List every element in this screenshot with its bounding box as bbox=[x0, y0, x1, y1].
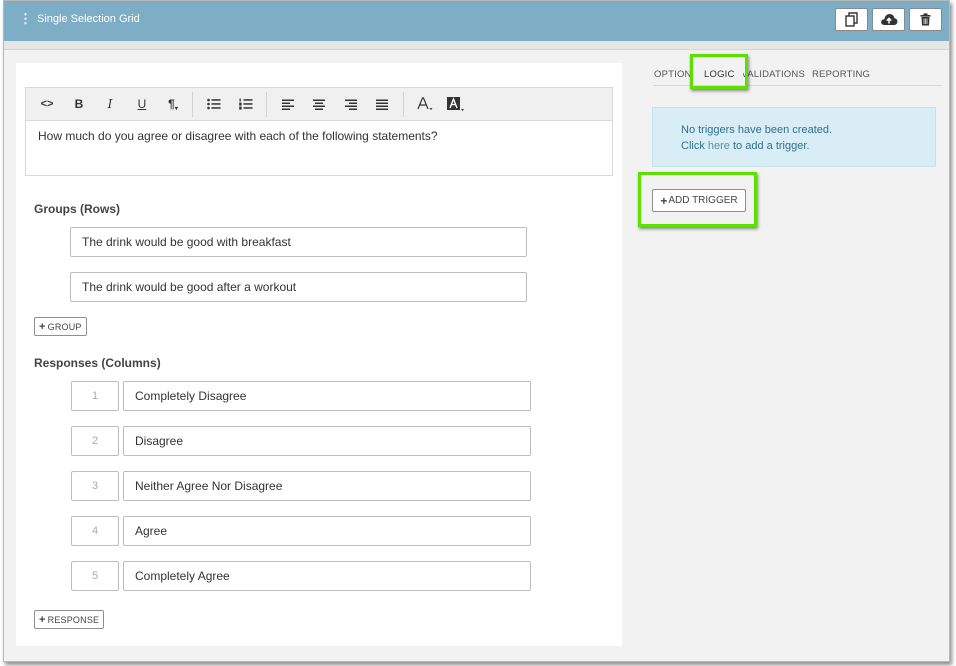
paragraph-format-button[interactable]: ¶ ▾ bbox=[162, 94, 184, 114]
underline-button[interactable]: U bbox=[131, 94, 153, 114]
response-label-input[interactable]: Completely Agree bbox=[123, 561, 531, 591]
no-triggers-alert: No triggers have been created. Click her… bbox=[652, 107, 936, 167]
header-divider bbox=[4, 41, 949, 50]
response-value-input[interactable]: 3 bbox=[71, 471, 119, 501]
add-trigger-link[interactable]: here bbox=[708, 140, 730, 152]
question-text-editor[interactable]: How much do you agree or disagree with e… bbox=[25, 120, 613, 176]
toolbar-divider bbox=[266, 92, 267, 117]
text-color-icon bbox=[417, 97, 433, 110]
align-right-button[interactable] bbox=[340, 94, 362, 114]
hint-rest-text: to add a trigger. bbox=[733, 140, 810, 152]
align-left-icon bbox=[282, 99, 294, 110]
justify-icon bbox=[376, 99, 388, 110]
add-trigger-label: ADD TRIGGER bbox=[668, 195, 738, 206]
question-editor-window: ⋮ Single Selection Grid <> B I U ¶ ▾ How… bbox=[3, 0, 950, 662]
toolbar-divider bbox=[192, 92, 193, 117]
rich-text-toolbar: <> B I U ¶ ▾ bbox=[25, 87, 613, 120]
cloud-upload-icon bbox=[880, 14, 897, 25]
copy-button[interactable] bbox=[835, 8, 868, 31]
question-editor-panel: <> B I U ¶ ▾ How much do you agree or di… bbox=[16, 63, 622, 646]
plus-icon: + bbox=[39, 320, 46, 333]
no-triggers-message: No triggers have been created. bbox=[681, 124, 833, 136]
source-code-button[interactable]: <> bbox=[36, 94, 58, 114]
response-value-input[interactable]: 5 bbox=[71, 561, 119, 591]
numbered-list-icon bbox=[239, 98, 253, 110]
add-group-label: GROUP bbox=[47, 321, 82, 332]
response-label-input[interactable]: Disagree bbox=[123, 426, 531, 456]
save-to-library-button[interactable] bbox=[872, 8, 905, 31]
align-left-button[interactable] bbox=[277, 94, 299, 114]
align-right-icon bbox=[345, 99, 357, 110]
logic-tab-highlight bbox=[690, 54, 748, 89]
numbered-list-button[interactable] bbox=[235, 94, 257, 114]
italic-button[interactable]: I bbox=[99, 94, 121, 114]
add-group-button[interactable]: + GROUP bbox=[34, 317, 87, 336]
add-response-label: RESPONSE bbox=[47, 614, 100, 625]
bulleted-list-button[interactable] bbox=[203, 94, 225, 114]
add-trigger-hint: Click here to add a trigger. bbox=[681, 138, 935, 154]
paragraph-format-label: ¶ bbox=[168, 97, 175, 111]
dropdown-caret-icon: ▾ bbox=[174, 105, 178, 112]
question-type-title: Single Selection Grid bbox=[37, 13, 140, 25]
bulleted-list-icon bbox=[207, 98, 221, 110]
delete-button[interactable] bbox=[909, 8, 942, 31]
tab-options[interactable]: OPTIONS bbox=[654, 69, 690, 80]
tab-validations-label: VALIDATIONS bbox=[743, 69, 805, 80]
response-value-input[interactable]: 1 bbox=[71, 381, 119, 411]
copy-icon bbox=[844, 12, 858, 27]
response-label-input[interactable]: Completely Disagree bbox=[123, 381, 531, 411]
bold-button[interactable]: B bbox=[68, 94, 90, 114]
text-color-button[interactable] bbox=[414, 94, 436, 114]
justify-button[interactable] bbox=[371, 94, 393, 114]
add-response-button[interactable]: + RESPONSE bbox=[34, 610, 105, 629]
background-color-icon bbox=[447, 96, 464, 111]
group-row-input[interactable]: The drink would be good after a workout bbox=[70, 272, 527, 302]
add-trigger-button[interactable]: + ADD TRIGGER bbox=[652, 189, 746, 212]
response-value-input[interactable]: 4 bbox=[71, 516, 119, 546]
background-color-button[interactable] bbox=[445, 94, 467, 114]
group-row-input[interactable]: The drink would be good with breakfast bbox=[70, 227, 527, 257]
toolbar-divider bbox=[403, 92, 404, 117]
responses-section-label: Responses (Columns) bbox=[34, 356, 161, 370]
question-header: ⋮ Single Selection Grid bbox=[4, 1, 949, 41]
align-center-button[interactable] bbox=[308, 94, 330, 114]
response-label-input[interactable]: Agree bbox=[123, 516, 531, 546]
tab-reporting[interactable]: REPORTING bbox=[812, 69, 870, 80]
plus-icon: + bbox=[39, 613, 46, 626]
response-label-input[interactable]: Neither Agree Nor Disagree bbox=[123, 471, 531, 501]
align-center-icon bbox=[313, 99, 325, 110]
hint-click-text: Click bbox=[681, 140, 705, 152]
tab-validations[interactable]: VALIDATIONS bbox=[743, 69, 805, 80]
groups-section-label: Groups (Rows) bbox=[34, 202, 120, 216]
drag-handle-icon[interactable]: ⋮ bbox=[19, 12, 32, 26]
response-value-input[interactable]: 2 bbox=[71, 426, 119, 456]
plus-icon: + bbox=[660, 193, 668, 208]
trash-icon bbox=[920, 13, 931, 26]
